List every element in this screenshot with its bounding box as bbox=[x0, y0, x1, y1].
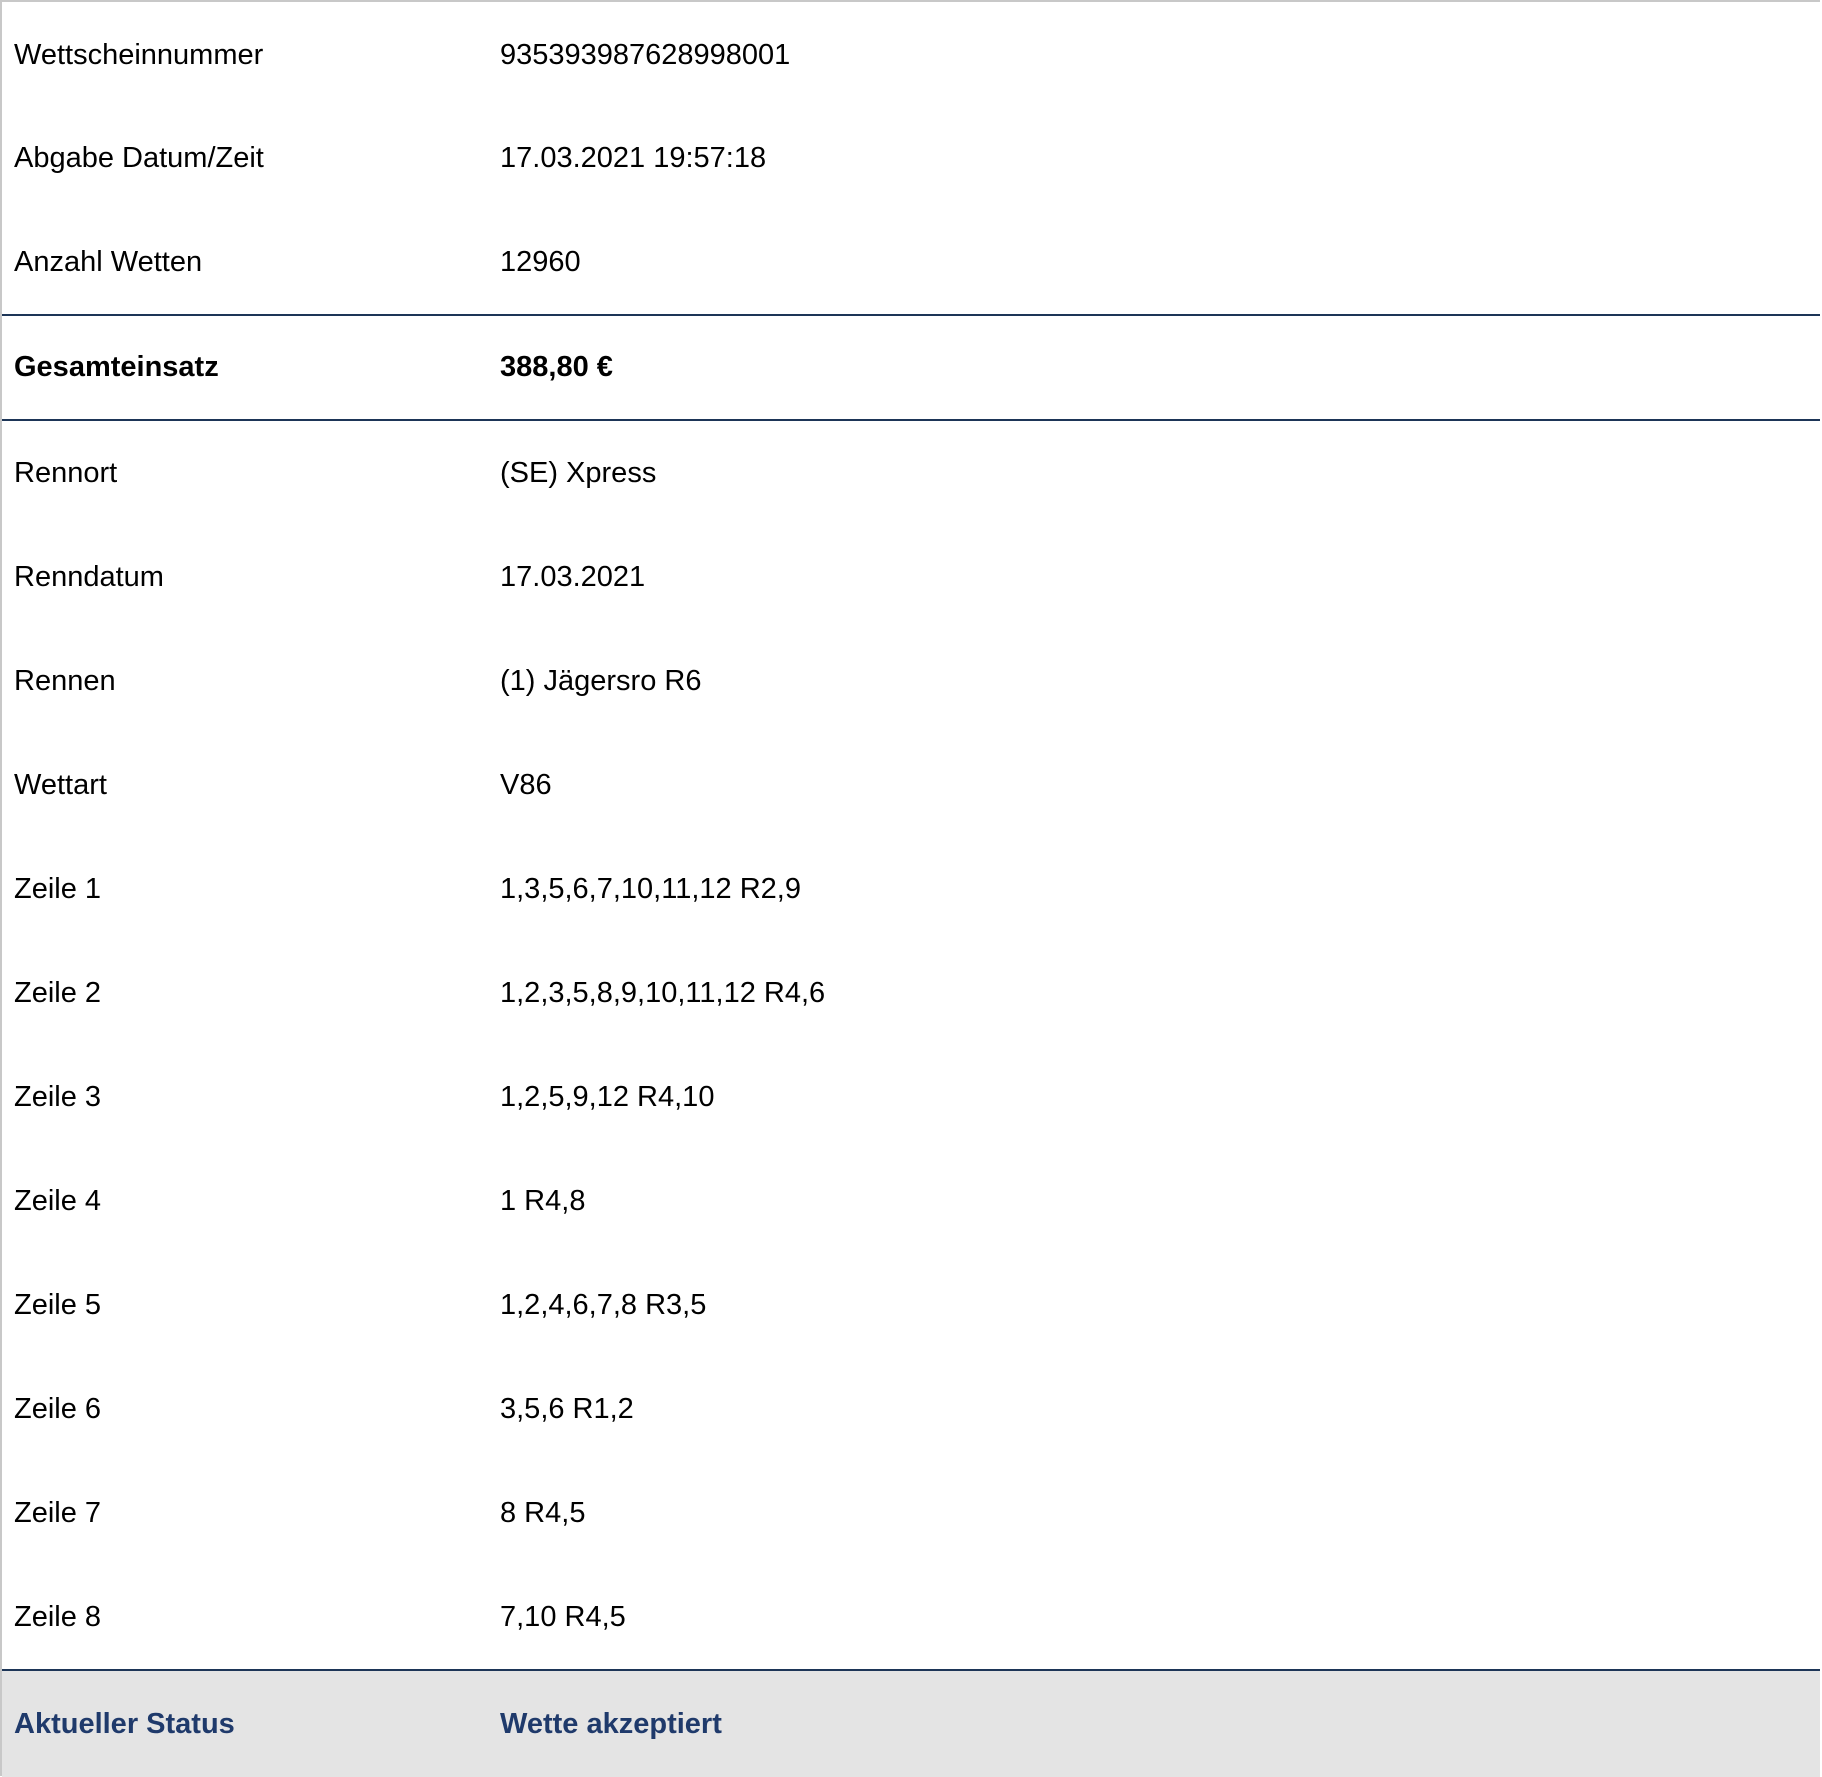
line-row-4: Zeile 4 1 R4,8 bbox=[2, 1149, 1820, 1253]
line-value: 1,2,5,9,12 R4,10 bbox=[500, 1080, 715, 1113]
line-value: 1,2,3,5,8,9,10,11,12 R4,6 bbox=[500, 976, 826, 1009]
bet-ticket-details: Wettscheinnummer 935393987628998001 Abga… bbox=[0, 0, 1820, 1777]
line-label: Zeile 2 bbox=[14, 976, 102, 1009]
ticket-number-row: Wettscheinnummer 935393987628998001 bbox=[2, 2, 1820, 106]
line-label: Zeile 8 bbox=[14, 1600, 102, 1633]
line-label: Zeile 4 bbox=[14, 1184, 102, 1217]
line-row-7: Zeile 7 8 R4,5 bbox=[2, 1461, 1820, 1565]
race-location-row: Rennort (SE) Xpress bbox=[2, 421, 1820, 525]
total-stake-row: Gesamteinsatz 388,80 € bbox=[2, 314, 1820, 421]
race-label: Rennen bbox=[14, 664, 116, 697]
ticket-number-label: Wettscheinnummer bbox=[14, 38, 264, 71]
bet-count-label: Anzahl Wetten bbox=[14, 245, 203, 278]
bet-count-value: 12960 bbox=[500, 245, 581, 278]
bet-count-row: Anzahl Wetten 12960 bbox=[2, 210, 1820, 314]
submission-datetime-label: Abgabe Datum/Zeit bbox=[14, 141, 264, 174]
line-label: Zeile 6 bbox=[14, 1392, 102, 1425]
line-row-5: Zeile 5 1,2,4,6,7,8 R3,5 bbox=[2, 1253, 1820, 1357]
race-location-label: Rennort bbox=[14, 456, 118, 489]
line-value: 1,3,5,6,7,10,11,12 R2,9 bbox=[500, 872, 801, 905]
race-date-label: Renndatum bbox=[14, 560, 164, 593]
bet-type-value: V86 bbox=[500, 768, 552, 801]
current-status-value: Wette akzeptiert bbox=[500, 1707, 722, 1740]
race-row: Rennen (1) Jägersro R6 bbox=[2, 629, 1820, 733]
total-stake-value: 388,80 € bbox=[500, 351, 613, 383]
current-status-row: Aktueller Status Wette akzeptiert bbox=[2, 1669, 1820, 1777]
submission-datetime-value: 17.03.2021 19:57:18 bbox=[500, 141, 767, 174]
bet-type-label: Wettart bbox=[14, 768, 107, 801]
race-value: (1) Jägersro R6 bbox=[500, 664, 702, 697]
line-row-8: Zeile 8 7,10 R4,5 bbox=[2, 1565, 1820, 1669]
ticket-number-value: 935393987628998001 bbox=[500, 38, 791, 71]
line-label: Zeile 7 bbox=[14, 1496, 102, 1529]
race-date-value: 17.03.2021 bbox=[500, 560, 646, 593]
line-value: 1,2,4,6,7,8 R3,5 bbox=[500, 1288, 707, 1321]
current-status-label: Aktueller Status bbox=[14, 1707, 235, 1740]
bet-type-row: Wettart V86 bbox=[2, 733, 1820, 837]
line-row-2: Zeile 2 1,2,3,5,8,9,10,11,12 R4,6 bbox=[2, 941, 1820, 1045]
total-stake-label: Gesamteinsatz bbox=[14, 351, 219, 383]
line-label: Zeile 1 bbox=[14, 872, 102, 905]
line-label: Zeile 5 bbox=[14, 1288, 102, 1321]
line-value: 7,10 R4,5 bbox=[500, 1600, 626, 1633]
line-row-1: Zeile 1 1,3,5,6,7,10,11,12 R2,9 bbox=[2, 837, 1820, 941]
submission-datetime-row: Abgabe Datum/Zeit 17.03.2021 19:57:18 bbox=[2, 106, 1820, 210]
line-label: Zeile 3 bbox=[14, 1080, 102, 1113]
line-value: 3,5,6 R1,2 bbox=[500, 1392, 634, 1425]
race-date-row: Renndatum 17.03.2021 bbox=[2, 525, 1820, 629]
line-row-6: Zeile 6 3,5,6 R1,2 bbox=[2, 1357, 1820, 1461]
line-value: 8 R4,5 bbox=[500, 1496, 586, 1529]
race-location-value: (SE) Xpress bbox=[500, 456, 657, 489]
line-value: 1 R4,8 bbox=[500, 1184, 586, 1217]
line-row-3: Zeile 3 1,2,5,9,12 R4,10 bbox=[2, 1045, 1820, 1149]
